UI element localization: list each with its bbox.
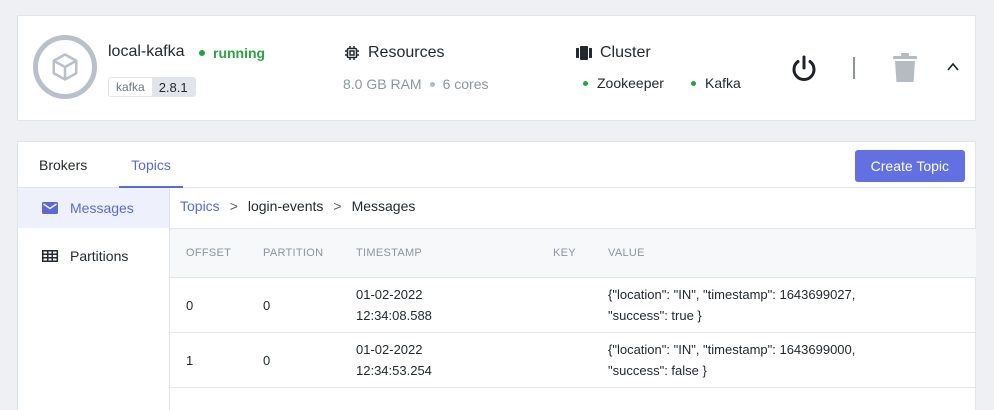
cores-value: 6 cores bbox=[442, 76, 489, 92]
cell-partition: 0 bbox=[263, 298, 271, 313]
tab-bar: Brokers Topics Create Topic bbox=[18, 142, 975, 188]
column-header-timestamp[interactable]: TIMESTAMP bbox=[356, 247, 422, 259]
resources-title: Resources bbox=[368, 44, 445, 61]
column-header-value[interactable]: VALUE bbox=[608, 247, 968, 259]
sidebar-item-label: Partitions bbox=[70, 248, 129, 264]
chevron-up-icon[interactable] bbox=[946, 60, 960, 74]
column-header-key[interactable]: KEY bbox=[553, 247, 576, 259]
cell-timestamp: 01-02-2022 12:34:08.588 bbox=[356, 284, 432, 326]
cell-timestamp: 01-02-2022 12:34:53.254 bbox=[356, 339, 432, 381]
instance-card: local-kafka running kafka 2.8.1 Resource… bbox=[17, 15, 976, 121]
timestamp-time: 12:34:53.254 bbox=[356, 363, 432, 378]
sidebar-item-messages[interactable]: Messages bbox=[18, 188, 169, 228]
breadcrumb-separator: > bbox=[229, 198, 238, 214]
service-kafka: Kafka bbox=[691, 75, 741, 91]
tag-name: kafka bbox=[109, 78, 152, 96]
timestamp-date: 01-02-2022 bbox=[356, 287, 423, 302]
cluster-heading: Cluster bbox=[576, 44, 651, 62]
tag-version: 2.8.1 bbox=[151, 78, 195, 96]
tab-brokers[interactable]: Brokers bbox=[39, 142, 87, 188]
instance-name: local-kafka bbox=[108, 43, 185, 60]
separator-dot bbox=[429, 81, 435, 87]
table-row[interactable]: 0 0 01-02-2022 12:34:08.588 {"location":… bbox=[170, 278, 976, 333]
value-line: "success": false } bbox=[608, 363, 707, 378]
topic-panel: Brokers Topics Create Topic Messages Par… bbox=[17, 141, 976, 410]
cell-offset: 0 bbox=[186, 298, 194, 313]
value-line: {"location": "IN", "timestamp": 16436990… bbox=[608, 287, 856, 302]
breadcrumb-topics[interactable]: Topics bbox=[180, 198, 220, 214]
power-icon[interactable] bbox=[788, 53, 820, 85]
status-dot-icon bbox=[199, 50, 205, 56]
column-header-partition[interactable]: PARTITION bbox=[263, 247, 323, 259]
cell-partition: 0 bbox=[263, 353, 271, 368]
sidebar-item-partitions[interactable]: Partitions bbox=[18, 236, 169, 276]
resources-heading: Resources bbox=[344, 44, 444, 62]
service-zookeeper: Zookeeper bbox=[583, 75, 664, 91]
resources-values: 8.0 GB RAM 6 cores bbox=[343, 76, 489, 92]
version-tag: kafka 2.8.1 bbox=[108, 77, 196, 97]
status-label: running bbox=[213, 45, 266, 61]
table-grid-icon bbox=[42, 250, 58, 262]
service-label: Kafka bbox=[705, 75, 741, 91]
breadcrumb: Topics > login-events > Messages bbox=[180, 198, 415, 214]
trash-icon[interactable] bbox=[893, 53, 917, 83]
service-status-dot-icon bbox=[691, 80, 696, 86]
kafka-cube-logo-icon bbox=[33, 35, 97, 99]
table-header: OFFSET PARTITION TIMESTAMP KEY VALUE bbox=[170, 228, 976, 278]
sidebar-item-label: Messages bbox=[70, 200, 134, 216]
sidebar: Messages Partitions bbox=[18, 188, 170, 410]
value-line: {"location": "IN", "timestamp": 16436990… bbox=[608, 342, 856, 357]
status-badge: running bbox=[199, 45, 265, 61]
value-line: "success": true } bbox=[608, 308, 702, 323]
create-topic-button[interactable]: Create Topic bbox=[854, 150, 965, 182]
cell-offset: 1 bbox=[186, 353, 194, 368]
service-label: Zookeeper bbox=[597, 75, 664, 91]
cluster-title: Cluster bbox=[600, 44, 651, 61]
breadcrumb-current: Messages bbox=[351, 198, 416, 214]
cpu-chip-icon bbox=[345, 46, 359, 60]
timestamp-time: 12:34:08.588 bbox=[356, 308, 432, 323]
ram-value: 8.0 GB RAM bbox=[343, 76, 422, 92]
tab-topics[interactable]: Topics bbox=[119, 142, 183, 188]
divider bbox=[853, 57, 855, 79]
table-row[interactable]: 1 0 01-02-2022 12:34:53.254 {"location":… bbox=[170, 333, 976, 388]
messages-table: OFFSET PARTITION TIMESTAMP KEY VALUE 0 0… bbox=[170, 228, 976, 388]
envelope-icon bbox=[42, 202, 58, 214]
cell-value: {"location": "IN", "timestamp": 16436990… bbox=[608, 284, 968, 326]
cell-value: {"location": "IN", "timestamp": 16436990… bbox=[608, 339, 968, 381]
breadcrumb-separator: > bbox=[333, 198, 342, 214]
breadcrumb-topic-name[interactable]: login-events bbox=[248, 198, 324, 214]
cluster-icon bbox=[576, 46, 592, 60]
service-status-dot-icon bbox=[583, 80, 588, 86]
timestamp-date: 01-02-2022 bbox=[356, 342, 423, 357]
column-header-offset[interactable]: OFFSET bbox=[186, 247, 231, 259]
